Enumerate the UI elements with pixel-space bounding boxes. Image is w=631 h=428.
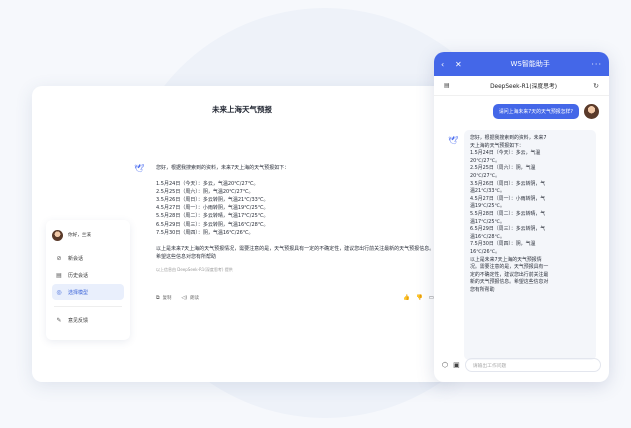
close-icon[interactable]: ✕ bbox=[455, 60, 469, 69]
answer-line: 5.5月28日（周二）：多云转晴，气 bbox=[470, 210, 546, 217]
sidebar-item-label: 意见反馈 bbox=[68, 317, 89, 324]
model-bar: ▤ DeepSeek-R1(深度思考) ↻ bbox=[434, 76, 609, 96]
answer-day: 6.5月29日（周三）：多云转阴，气温16℃/28℃。 bbox=[156, 221, 269, 228]
user-name: 你好，兰溪 bbox=[68, 233, 91, 238]
divider bbox=[54, 306, 122, 307]
sidebar-item-feedback[interactable]: ✎ 意见反馈 bbox=[52, 312, 124, 328]
answer-day: 2.5月25日（周六）：阴，气温20℃/27℃。 bbox=[156, 189, 254, 196]
answer-line: 温21℃/33℃。 bbox=[470, 188, 505, 195]
model-switch-icon[interactable]: ⬡ bbox=[442, 361, 448, 369]
answer-line: 20℃/27℃。 bbox=[470, 172, 500, 179]
copy-icon: ⧉ bbox=[156, 295, 160, 301]
answer-line: 1.5月24日（今天）：多云，气温 bbox=[470, 150, 541, 157]
page-title: 未来上海天气预报 bbox=[212, 105, 272, 114]
user-profile[interactable]: 你好，兰溪 bbox=[52, 226, 124, 244]
sidebar-item-select-model[interactable]: ◎ 选择模型 bbox=[52, 284, 124, 300]
sidebar-item-label: 选择模型 bbox=[68, 289, 89, 296]
model-name[interactable]: DeepSeek-R1(深度思考) bbox=[454, 81, 593, 90]
answer-day: 7.5月30日（周四）：阴，气温16℃/26℃。 bbox=[156, 229, 254, 236]
answer-source: 以上信息由 DeepSeek-R1(深度思考) 提供 bbox=[156, 266, 233, 272]
read-aloud-label: 朗读 bbox=[190, 296, 199, 301]
answer-day: 4.5月27日（周一）：小雨转阴，气温19℃/25℃。 bbox=[156, 205, 269, 212]
sidebar-item-label: 新会话 bbox=[68, 255, 84, 262]
user-message: 请问上海未来7天的天气预报怎样? bbox=[492, 104, 599, 119]
answer-closing: 以上是未来7天上海的天气预报情况，需要注意的是，天气预报具有一定的不确定性，建议… bbox=[156, 245, 435, 260]
feedback-icon: ✎ bbox=[56, 316, 62, 324]
desktop-chat-window: 未来上海天气预报 你好，兰溪 ⊘ 新会话 ▤ 历史会话 ◎ 选择模型 ✎ 意见反… bbox=[32, 86, 452, 382]
bot-icon: 🕊 bbox=[134, 164, 145, 173]
answer-line: 温19℃/25℃。 bbox=[470, 203, 505, 210]
new-chat-icon[interactable]: ↻ bbox=[593, 82, 599, 90]
sidebar-item-new-chat[interactable]: ⊘ 新会话 bbox=[52, 250, 124, 266]
mobile-header: ‹ ✕ WS智能助手 ··· bbox=[434, 52, 609, 76]
history-icon[interactable]: ▤ bbox=[444, 82, 454, 89]
input-bar: ⬡ ▣ 请输出工作问题 bbox=[434, 356, 609, 374]
message-input[interactable]: 请输出工作问题 bbox=[464, 358, 601, 372]
sidebar-item-history[interactable]: ▤ 历史会话 bbox=[52, 267, 124, 283]
thumbs-up-icon[interactable]: 👍 bbox=[403, 295, 410, 301]
answer-line: 6.5月29日（周三）：多云转阴，气 bbox=[470, 226, 546, 233]
answer-actions: ⧉ 复制 ◁) 朗读 👍 👎 ▭ bbox=[156, 295, 434, 301]
answer-line: 2.5月25日（周六）：阴，气温 bbox=[470, 165, 536, 172]
sidebar-item-label: 历史会话 bbox=[68, 272, 89, 279]
answer-line: 新的天气预报信息。希望这些信息对 bbox=[470, 279, 549, 286]
image-icon[interactable]: ▣ bbox=[453, 361, 460, 369]
answer-line: 温17℃/25℃。 bbox=[470, 218, 505, 225]
answer-day: 1.5月24日（今天）：多云，气温20℃/27℃。 bbox=[156, 181, 259, 188]
chat-add-icon: ⊘ bbox=[56, 254, 62, 262]
answer-line: 您好，根据我搜索到的资料，未来7 bbox=[470, 135, 547, 141]
assistant-answer: 您好，根据我搜索到的资料，未来7天上海的天气预报如下： 1.5月24日（今天）：… bbox=[156, 164, 436, 274]
answer-day: 3.5月26日（周日）：多云转阴，气温21℃/33℃。 bbox=[156, 197, 269, 204]
more-icon[interactable]: ··· bbox=[591, 60, 602, 69]
answer-intro: 您好，根据我搜索到的资料，未来7天上海的天气预报如下： bbox=[156, 165, 290, 171]
speaker-icon: ◁) bbox=[181, 295, 188, 301]
read-aloud-button[interactable]: ◁) 朗读 bbox=[181, 295, 199, 301]
copy-label: 复制 bbox=[162, 296, 172, 301]
mobile-chat-window: ‹ ✕ WS智能助手 ··· ▤ DeepSeek-R1(深度思考) ↻ 请问上… bbox=[434, 52, 609, 382]
mobile-title: WS智能助手 bbox=[510, 60, 550, 68]
answer-line: 16℃/26℃。 bbox=[470, 248, 500, 255]
history-icon: ▤ bbox=[56, 271, 62, 279]
answer-line: 况。需要注意的是，天气预报具有一 bbox=[470, 264, 549, 271]
question-bubble: 请问上海未来7天的天气预报怎样? bbox=[492, 104, 579, 119]
avatar bbox=[584, 104, 599, 119]
avatar bbox=[52, 229, 63, 241]
answer-line: 7.5月30日（周四）：阴，气温 bbox=[470, 241, 536, 248]
answer-day: 5.5月28日（周二）：多云转晴，气温17℃/25℃。 bbox=[156, 213, 269, 220]
sidebar: 你好，兰溪 ⊘ 新会话 ▤ 历史会话 ◎ 选择模型 ✎ 意见反馈 bbox=[46, 220, 130, 340]
model-icon: ◎ bbox=[56, 288, 62, 296]
copy-button[interactable]: ⧉ 复制 bbox=[156, 295, 171, 301]
back-icon[interactable]: ‹ bbox=[441, 60, 455, 69]
answer-line: 您有所帮助 bbox=[470, 286, 495, 293]
bot-icon: 🕊 bbox=[448, 136, 459, 145]
answer-line: 以上是未来7天上海的天气预报情 bbox=[470, 256, 542, 263]
thumbs-down-icon[interactable]: 👎 bbox=[416, 295, 423, 301]
assistant-answer: 您好，根据我搜索到的资料，未来7 天上海的天气预报如下： 1.5月24日（今天）… bbox=[464, 130, 596, 360]
